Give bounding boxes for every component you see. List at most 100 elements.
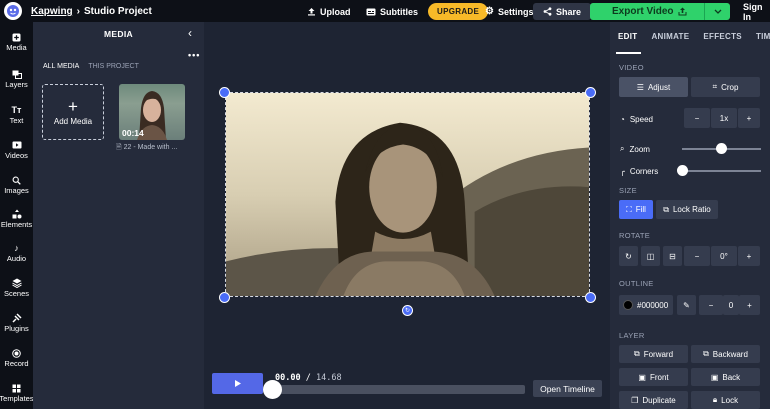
nav-templates[interactable]: Templates [0,383,34,403]
export-video-button[interactable]: Export Video [590,3,730,20]
kapwing-logo-icon[interactable] [4,2,22,20]
tab-edit[interactable]: EDIT [610,22,643,54]
share-label: Share [556,6,582,17]
media-icon [12,32,22,42]
corners-slider[interactable] [682,170,761,172]
zoom-slider-knob[interactable] [716,143,727,154]
collapse-chevron-left-icon[interactable]: ‹ [188,26,192,40]
video-frame-image [226,93,589,296]
video-canvas[interactable] [225,92,590,297]
eyedropper-icon: ✎ [683,300,690,310]
play-icon [234,380,241,387]
lock-button[interactable]: 🔒︎ Lock [691,391,760,409]
record-icon [12,348,22,358]
thumbnail-caption-text: 22 - Made with ... [123,144,178,151]
video-section-label: VIDEO [619,63,644,72]
tab-animate[interactable]: ANIMATE [643,22,695,52]
front-button[interactable]: ▣ Front [619,368,688,386]
front-label: Front [649,372,669,382]
rotate-icon: ↻ [625,251,632,261]
nav-images[interactable]: Images [0,175,33,195]
subtitles-button[interactable]: Subtitles [366,3,418,20]
export-options-chevron-down-icon[interactable] [704,3,730,20]
backward-button[interactable]: ⧉ Backward [691,345,760,363]
nav-plugins[interactable]: Plugins [0,313,33,333]
adjust-button[interactable]: ☰ Adjust [619,77,688,97]
nav-images-label: Images [4,186,29,195]
scrubber-knob[interactable] [263,380,282,399]
outline-increase-button[interactable]: + [739,295,760,315]
eyedropper-button[interactable]: ✎ [677,295,696,315]
lock-ratio-label: Lock Ratio [672,205,711,214]
more-options-icon[interactable]: ••• [188,50,200,60]
flip-horizontal-icon: ◫ [646,251,655,261]
open-timeline-button[interactable]: Open Timeline [533,380,602,397]
speed-row-label: ◔ Speed [620,115,653,124]
rotate-handle-icon[interactable]: ↻ [402,305,413,316]
music-note-icon: ♪ [14,243,19,253]
lock-label: Lock [721,395,739,405]
outline-decrease-button[interactable]: − [699,295,723,315]
resize-handle-bottom-right[interactable] [585,292,596,303]
back-button[interactable]: ▣ Back [691,368,760,386]
nav-elements[interactable]: Elements [0,209,33,229]
brand-link[interactable]: Kapwing [31,6,73,17]
upload-button[interactable]: Upload [307,3,351,20]
nav-media[interactable]: Media [0,32,33,52]
tab-timing[interactable]: TIMING [748,22,770,52]
fill-button[interactable]: ⛶ Fill [619,200,653,219]
breadcrumb: Kapwing › Studio Project [31,6,152,17]
nav-media-label: Media [6,43,27,52]
nav-layers[interactable]: Layers [0,69,33,89]
outline-color-button[interactable]: #000000 [619,295,673,315]
tab-all-media[interactable]: ALL MEDIA [43,63,79,70]
resize-handle-top-left[interactable] [219,87,230,98]
timeline-scrubber[interactable] [273,385,525,394]
lock-ratio-button[interactable]: ⧉ Lock Ratio [656,200,718,219]
upgrade-button[interactable]: UPGRADE [428,3,489,20]
nav-templates-label: Templates [0,394,34,403]
speed-decrease-button[interactable]: − [684,108,710,128]
flip-vertical-button[interactable]: ⊟ [663,246,682,266]
rotate-decrease-button[interactable]: − [684,246,710,266]
export-label: Export Video [612,6,674,17]
add-media-button[interactable]: + Add Media [42,84,104,140]
duplicate-button[interactable]: ❐ Duplicate [619,391,688,409]
media-panel-title: MEDIA [104,29,133,39]
nav-layers-label: Layers [5,80,28,89]
nav-audio[interactable]: ♪ Audio [0,243,33,263]
corners-slider-knob[interactable] [676,165,688,176]
tab-this-project[interactable]: THIS PROJECT [88,63,139,70]
flip-horizontal-button[interactable]: ◫ [641,246,660,266]
forward-icon: ⧉ [633,349,640,358]
lock-ratio-icon: ⧉ [663,204,669,214]
nav-record[interactable]: Record [0,348,33,368]
nav-record-label: Record [4,359,29,368]
backward-icon: ⧉ [703,349,709,358]
project-title[interactable]: Studio Project [84,6,152,17]
adjust-icon: ☰ [636,82,644,92]
forward-button[interactable]: ⧉ Forward [619,345,688,363]
nav-text[interactable]: Tт Text [0,105,33,125]
rotate-section-label: ROTATE [619,231,651,240]
media-thumbnail[interactable]: 00:14 [119,84,185,140]
speed-label: Speed [629,115,653,124]
resize-handle-bottom-left[interactable] [219,292,230,303]
resize-handle-top-right[interactable] [585,87,596,98]
corners-label: Corners [629,167,659,176]
forward-label: Forward [643,349,674,359]
share-icon [543,7,552,16]
speed-increase-button[interactable]: + [738,108,760,128]
share-button[interactable]: Share [533,3,592,20]
rotate-increase-button[interactable]: + [738,246,760,266]
tab-effects[interactable]: EFFECTS [695,22,748,52]
settings-button[interactable]: ⚙ Settings [485,3,533,20]
crop-button[interactable]: ⌗ Crop [691,77,760,97]
nav-videos[interactable]: Videos [0,140,33,160]
add-media-label: Add Media [53,116,93,126]
nav-scenes[interactable]: Scenes [0,278,33,298]
rotate-clockwise-button[interactable]: ↻ [619,246,638,266]
elements-icon [12,209,22,219]
sign-in-link[interactable]: Sign In [743,2,770,22]
play-button[interactable] [212,373,263,394]
